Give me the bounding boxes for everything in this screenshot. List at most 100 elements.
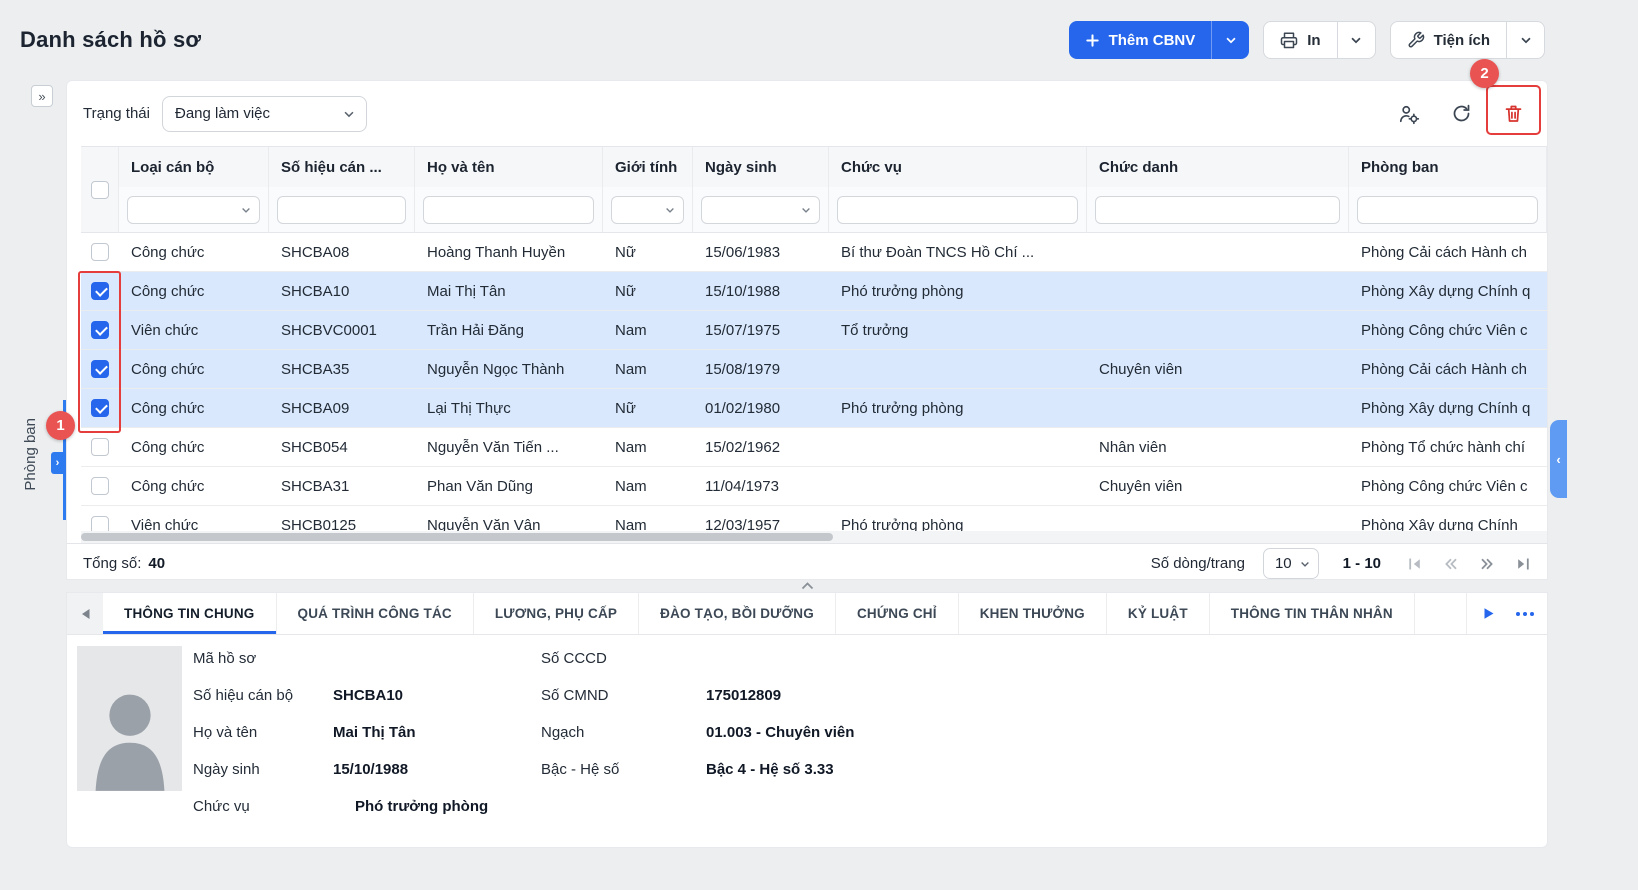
filter-input-chuc-danh[interactable] bbox=[1095, 196, 1340, 224]
print-button[interactable]: In bbox=[1264, 22, 1336, 58]
table-row[interactable]: Viên chức SHCB0125 Nguyễn Văn Vân Nam 12… bbox=[81, 506, 1547, 531]
per-page-select[interactable]: 10 bbox=[1263, 548, 1319, 579]
table-row[interactable]: Công chức SHCBA09 Lại Thị Thực Nữ 01/02/… bbox=[81, 389, 1547, 428]
prev-page-button[interactable] bbox=[1443, 556, 1459, 572]
print-dropdown-button[interactable] bbox=[1337, 22, 1375, 58]
field-value: 01.003 - Chuyên viên bbox=[706, 724, 854, 741]
user-settings-icon bbox=[1398, 103, 1420, 125]
add-cbnv-label: Thêm CBNV bbox=[1109, 32, 1196, 49]
expand-sidebar-button[interactable]: » bbox=[31, 85, 53, 107]
cell-loai-can-bo: Công chức bbox=[119, 389, 269, 427]
column-header[interactable]: Số hiệu cán ... bbox=[269, 147, 415, 187]
filter-select-loai-can-bo[interactable] bbox=[127, 196, 260, 224]
horizontal-scrollbar[interactable] bbox=[81, 531, 1547, 543]
delete-button[interactable] bbox=[1495, 96, 1531, 132]
last-page-icon bbox=[1515, 556, 1531, 572]
tabs-scroll-right-button[interactable] bbox=[1473, 598, 1505, 630]
cell-chuc-vu bbox=[829, 428, 1087, 466]
cell-loai-can-bo: Công chức bbox=[119, 233, 269, 271]
cell-gioi-tinh: Nam bbox=[603, 311, 693, 349]
filter-select-ngay-sinh[interactable] bbox=[701, 196, 820, 224]
prev-page-icon bbox=[1443, 556, 1459, 572]
table-row[interactable]: Công chức SHCBA35 Nguyễn Ngọc Thành Nam … bbox=[81, 350, 1547, 389]
cell-ngay-sinh: 11/04/1973 bbox=[693, 467, 829, 505]
filter-cell bbox=[693, 187, 829, 233]
tab-chung-chi[interactable]: CHỨNG CHỈ bbox=[836, 593, 959, 634]
table-row[interactable]: Viên chức SHCBVC0001 Trần Hải Đăng Nam 1… bbox=[81, 311, 1547, 350]
column-header[interactable]: Chức danh bbox=[1087, 147, 1349, 187]
select-all-checkbox[interactable] bbox=[91, 181, 109, 199]
tabs-scroll-left-button[interactable] bbox=[67, 593, 103, 634]
row-checkbox[interactable] bbox=[91, 321, 109, 339]
cell-so-hieu: SHCB054 bbox=[269, 428, 415, 466]
page-title: Danh sách hồ sơ bbox=[20, 27, 201, 53]
row-checkbox[interactable] bbox=[91, 477, 109, 495]
sidebar-open-handle[interactable]: › bbox=[51, 452, 64, 474]
filter-cell bbox=[1349, 187, 1547, 233]
row-checkbox[interactable] bbox=[91, 399, 109, 417]
open-right-panel-button[interactable]: ‹ bbox=[1550, 420, 1567, 498]
tab-qua-trinh-cong-tac[interactable]: QUÁ TRÌNH CÔNG TÁC bbox=[277, 593, 474, 634]
cell-chuc-vu: Bí thư Đoàn TNCS Hồ Chí ... bbox=[829, 233, 1087, 271]
row-checkbox[interactable] bbox=[91, 282, 109, 300]
cell-loai-can-bo: Viên chức bbox=[119, 506, 269, 531]
filter-toolbar: Trạng thái Đang làm việc bbox=[67, 81, 1547, 146]
tab-luong-phu-cap[interactable]: LƯƠNG, PHỤ CẤP bbox=[474, 593, 639, 634]
tab-thong-tin-chung[interactable]: THÔNG TIN CHUNG bbox=[103, 593, 277, 634]
utilities-button[interactable]: Tiện ích bbox=[1391, 22, 1506, 58]
cell-chuc-vu: Tổ trưởng bbox=[829, 311, 1087, 349]
next-page-button[interactable] bbox=[1479, 556, 1495, 572]
first-page-button[interactable] bbox=[1407, 556, 1423, 572]
cell-chuc-vu: Phó trưởng phòng bbox=[829, 389, 1087, 427]
row-checkbox[interactable] bbox=[91, 360, 109, 378]
cell-chuc-vu: Phó trưởng phòng bbox=[829, 272, 1087, 310]
column-header[interactable]: Loại cán bộ bbox=[119, 147, 269, 187]
table-footer: Tổng số: 40 Số dòng/trang 10 1 - 10 bbox=[67, 543, 1547, 580]
sidebar-collapsed-label[interactable]: Phòng ban bbox=[22, 418, 39, 491]
filter-input-so-hieu[interactable] bbox=[277, 196, 406, 224]
tab-right-controls bbox=[1466, 593, 1547, 634]
table-row[interactable]: Công chức SHCBA31 Phan Văn Dũng Nam 11/0… bbox=[81, 467, 1547, 506]
row-checkbox[interactable] bbox=[91, 243, 109, 261]
user-settings-button[interactable] bbox=[1391, 96, 1427, 132]
horizontal-scrollbar-thumb[interactable] bbox=[81, 533, 833, 541]
table-row[interactable]: Công chức SHCB054 Nguyễn Văn Tiến ... Na… bbox=[81, 428, 1547, 467]
cell-gioi-tinh: Nam bbox=[603, 467, 693, 505]
tab-next-icon bbox=[1483, 607, 1495, 620]
column-header[interactable]: Họ và tên bbox=[415, 147, 603, 187]
filter-input-ho-ten[interactable] bbox=[423, 196, 594, 224]
cell-chuc-danh bbox=[1087, 272, 1349, 310]
filter-input-phong-ban[interactable] bbox=[1357, 196, 1538, 224]
cell-phong-ban: Phòng Xây dựng Chính q bbox=[1349, 389, 1547, 427]
filter-input-chuc-vu[interactable] bbox=[837, 196, 1078, 224]
tab-ky-luat[interactable]: KỶ LUẬT bbox=[1107, 593, 1210, 634]
collapse-detail-button[interactable] bbox=[790, 580, 824, 592]
table-header: Loại cán bộ Số hiệu cán ... Họ và tên Gi… bbox=[81, 146, 1547, 233]
column-header[interactable]: Phòng ban bbox=[1349, 147, 1547, 187]
first-page-icon bbox=[1407, 556, 1423, 572]
table-row[interactable]: Công chức SHCBA10 Mai Thị Tân Nữ 15/10/1… bbox=[81, 272, 1547, 311]
add-cbnv-button[interactable]: Thêm CBNV bbox=[1069, 21, 1212, 59]
cell-ho-ten: Phan Văn Dũng bbox=[415, 467, 603, 505]
left-collapsed-panel: » Phòng ban › bbox=[0, 80, 66, 848]
status-select[interactable]: Đang làm việc bbox=[162, 96, 367, 132]
field-value: Mai Thị Tân bbox=[333, 724, 416, 741]
row-checkbox[interactable] bbox=[91, 438, 109, 456]
last-page-button[interactable] bbox=[1515, 556, 1531, 572]
tabs-more-button[interactable] bbox=[1509, 598, 1541, 630]
filter-select-gioi-tinh[interactable] bbox=[611, 196, 684, 224]
add-cbnv-dropdown-button[interactable] bbox=[1211, 21, 1249, 59]
top-actions: Thêm CBNV In bbox=[1069, 21, 1545, 59]
utilities-dropdown-button[interactable] bbox=[1506, 22, 1544, 58]
row-checkbox[interactable] bbox=[91, 516, 109, 531]
column-header[interactable]: Chức vụ bbox=[829, 147, 1087, 187]
delete-icon bbox=[1503, 103, 1524, 124]
tab-khen-thuong[interactable]: KHEN THƯỞNG bbox=[959, 593, 1107, 634]
column-header[interactable]: Ngày sinh bbox=[693, 147, 829, 187]
app-root: Danh sách hồ sơ Thêm CBNV bbox=[0, 0, 1638, 890]
refresh-button[interactable] bbox=[1443, 96, 1479, 132]
tab-dao-tao-boi-duong[interactable]: ĐÀO TẠO, BỒI DƯỠNG bbox=[639, 593, 836, 634]
column-header[interactable]: Giới tính bbox=[603, 147, 693, 187]
tab-thong-tin-than-nhan[interactable]: THÔNG TIN THÂN NHÂN bbox=[1210, 593, 1415, 634]
table-row[interactable]: Công chức SHCBA08 Hoàng Thanh Huyền Nữ 1… bbox=[81, 233, 1547, 272]
